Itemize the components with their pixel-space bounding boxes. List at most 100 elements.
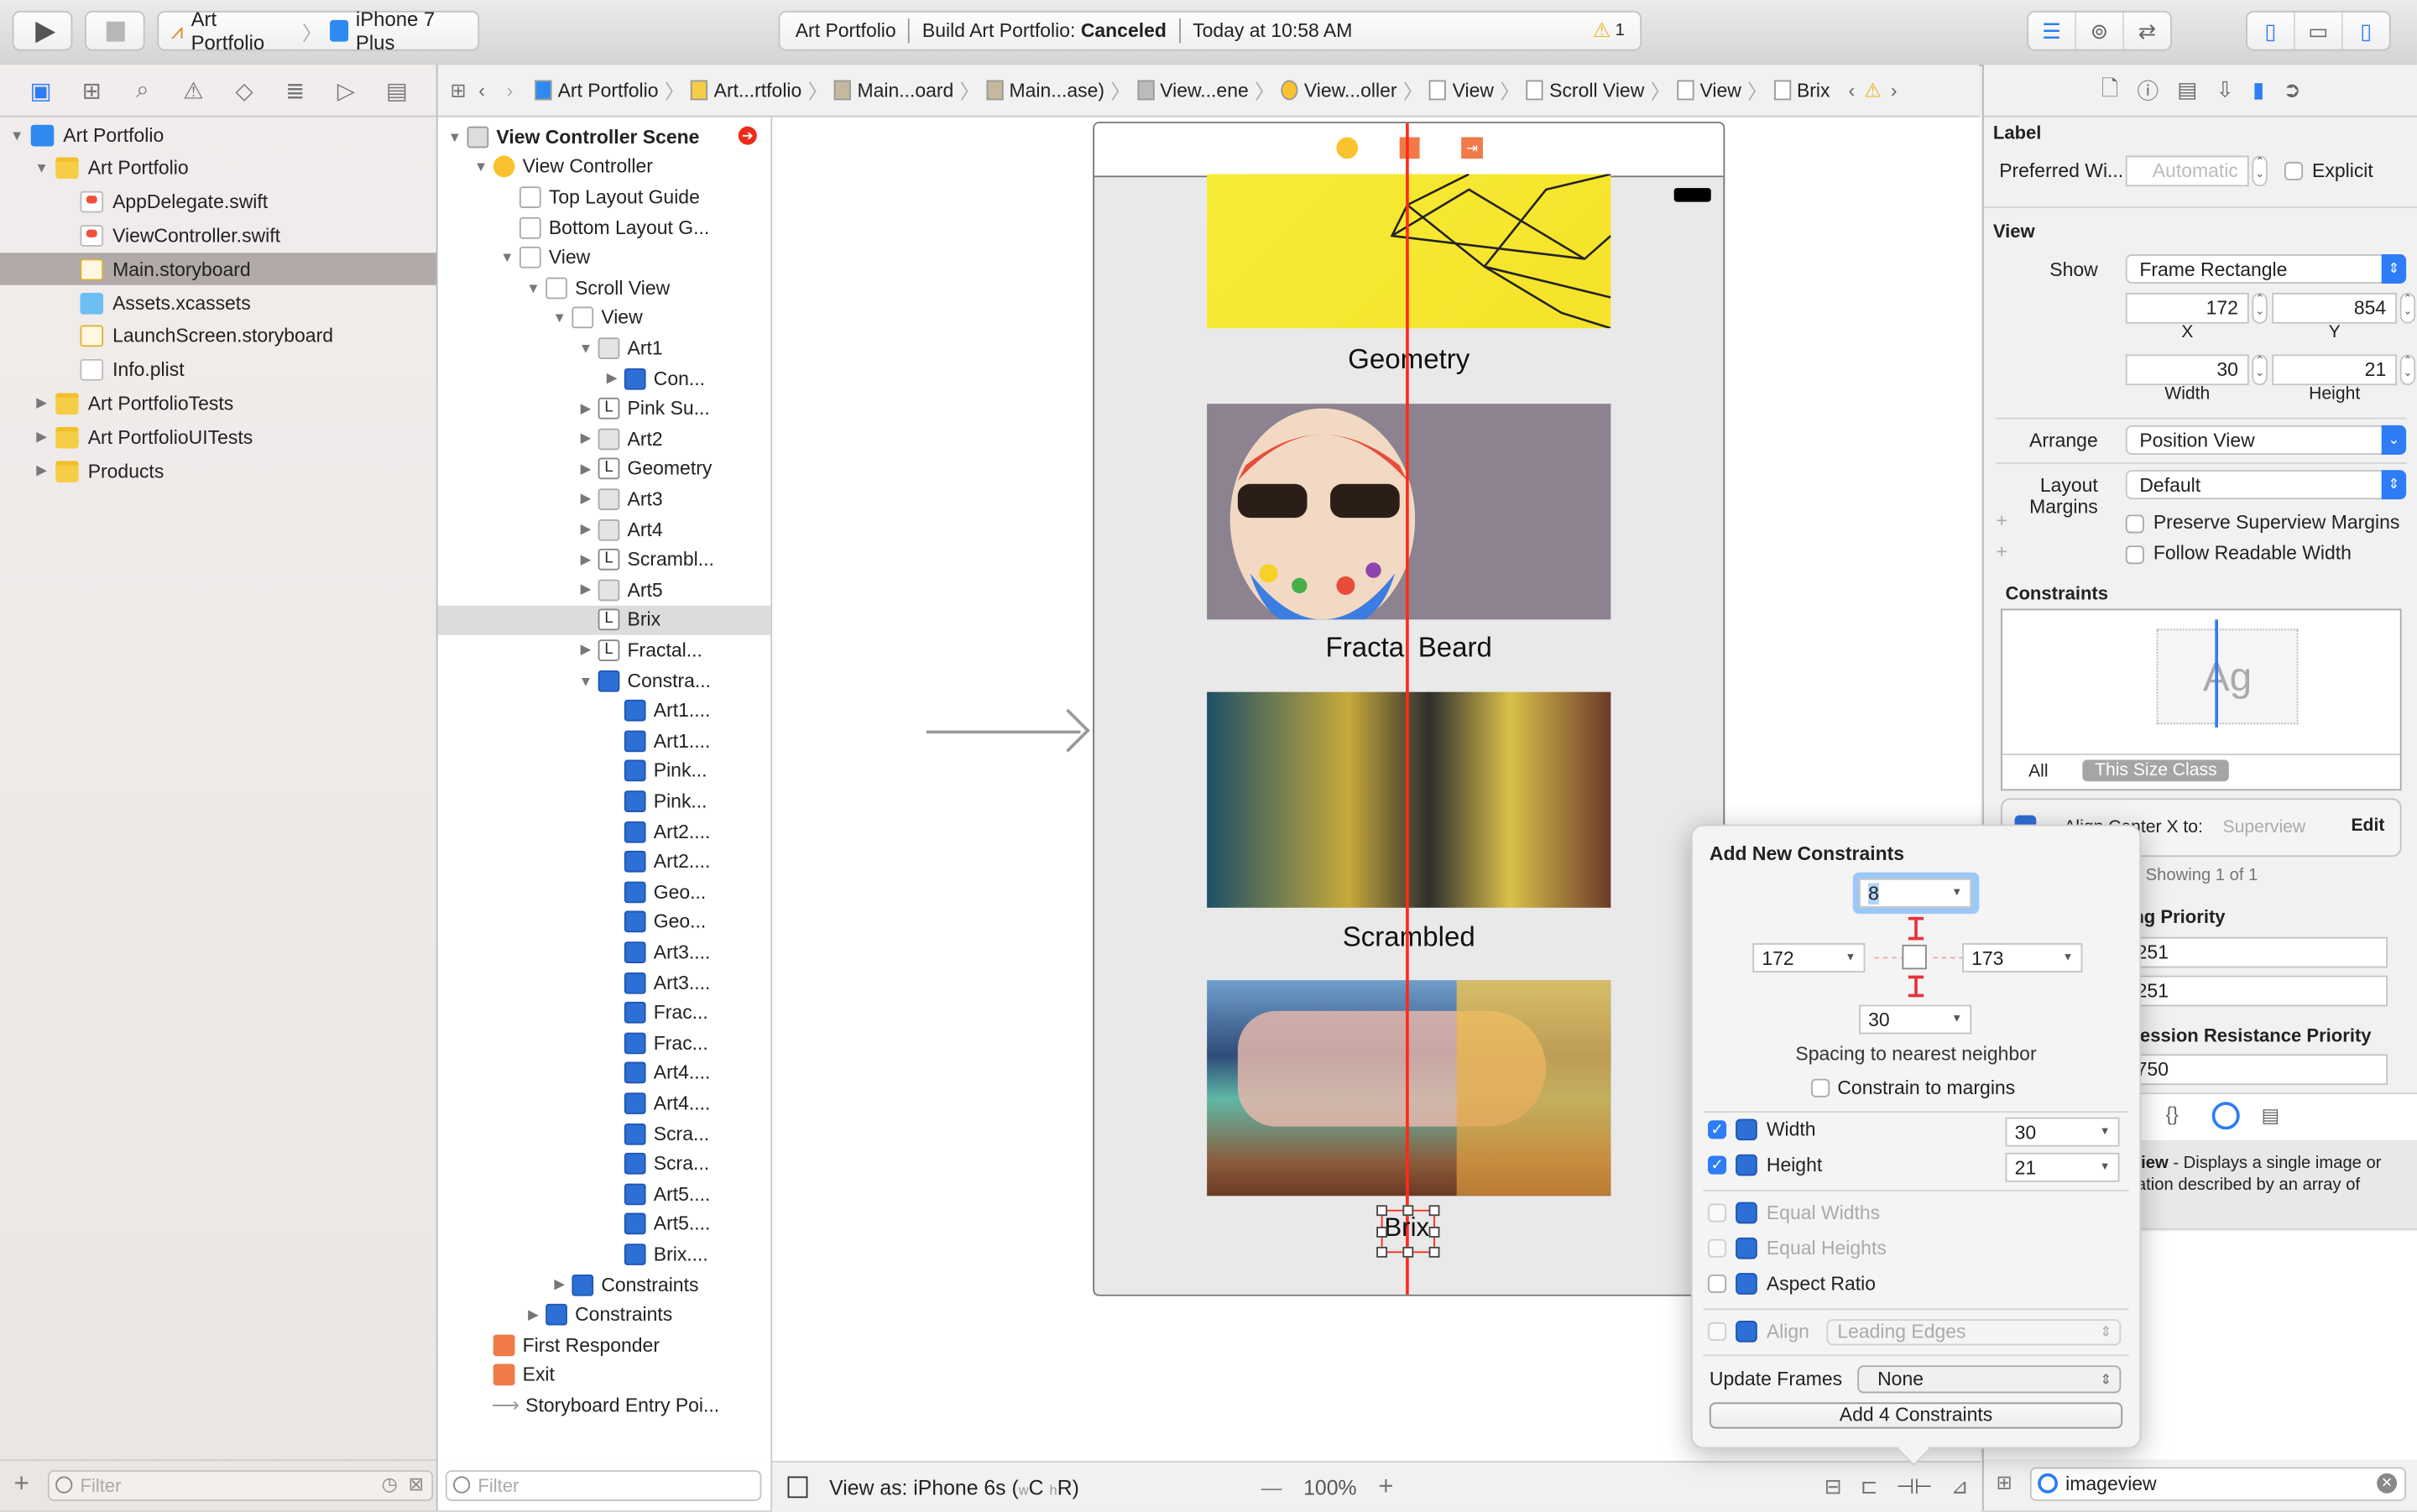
file-tree-item[interactable]: LaunchScreen.storyboard xyxy=(0,321,436,353)
recent-files-icon[interactable]: ◷ xyxy=(382,1473,398,1495)
height-value-field[interactable]: 21 xyxy=(2005,1152,2120,1182)
outline-item[interactable]: Frac... xyxy=(438,998,771,1028)
report-bubble-icon[interactable]: ▤ xyxy=(372,76,423,104)
outline-item[interactable]: ▶ Art2 xyxy=(438,424,771,454)
outline-item[interactable]: ▶ L Fractal... xyxy=(438,635,771,665)
disclosure-open-icon[interactable]: ▼ xyxy=(578,673,593,688)
width-stepper[interactable]: ⌃ ⌄ xyxy=(2252,354,2268,386)
top-constraint-beam[interactable] xyxy=(1908,916,1924,941)
outline-item[interactable]: ▶ Art4 xyxy=(438,514,771,545)
folder-icon[interactable]: ▣ xyxy=(15,76,66,104)
outline-item[interactable]: ⟶ Storyboard Entry Poi... xyxy=(438,1390,771,1421)
breakpoint-tag-icon[interactable]: ▷ xyxy=(321,76,372,104)
add-constraints-icon[interactable]: ⊣⊢ xyxy=(1896,1475,1932,1499)
disclosure-closed-icon[interactable]: ▶ xyxy=(578,551,593,568)
file-tree-item[interactable]: ▶ Art PortfolioUITests xyxy=(0,421,436,454)
outline-item[interactable]: ▼ View Controller Scene xyxy=(438,122,771,152)
label-fractal-beard[interactable]: Fractal Beard xyxy=(1094,632,1723,665)
file-tree-item[interactable]: ViewController.swift xyxy=(0,220,436,253)
disclosure-closed-icon[interactable]: ▶ xyxy=(525,1306,540,1323)
disclosure-closed-icon[interactable]: ▶ xyxy=(34,429,49,446)
outline-item[interactable]: Art3.... xyxy=(438,967,771,998)
scope-this-size-class[interactable]: This Size Class xyxy=(2082,759,2230,782)
breadcrumb-item[interactable]: View...ene xyxy=(1130,80,1255,101)
outline-item[interactable]: ▼ View xyxy=(438,242,771,273)
disclosure-closed-icon[interactable]: ▶ xyxy=(552,1276,567,1293)
edit-constraint-button[interactable]: Edit xyxy=(2351,816,2384,835)
disclosure-closed-icon[interactable]: ▶ xyxy=(578,400,593,417)
object-library-icon[interactable] xyxy=(2211,1102,2240,1130)
warning-triangle-icon[interactable]: ⚠ xyxy=(168,76,219,104)
disclosure-closed-icon[interactable]: ▶ xyxy=(34,395,49,412)
outline-item[interactable]: Art1.... xyxy=(438,696,771,726)
disclosure-closed-icon[interactable]: ▶ xyxy=(578,430,593,447)
disclosure-open-icon[interactable]: ▼ xyxy=(499,250,514,265)
outline-item[interactable]: Pink... xyxy=(438,756,771,786)
aspect-ratio-checkbox[interactable] xyxy=(1708,1274,1727,1293)
outline-item[interactable]: ▶ L Pink Su... xyxy=(438,394,771,424)
disclosure-open-icon[interactable]: ▼ xyxy=(9,128,24,143)
selected-label-brix[interactable]: Brix xyxy=(1376,1205,1440,1258)
image-view-brick-wall[interactable] xyxy=(1207,980,1611,1197)
constrain-margins-checkbox[interactable] xyxy=(1811,1078,1830,1098)
file-tree-item[interactable]: Main.storyboard xyxy=(0,253,436,286)
view-as-device[interactable]: View as: iPhone 6s (wC hR) xyxy=(829,1476,1079,1499)
align-checkbox[interactable] xyxy=(1708,1322,1727,1341)
compression-horizontal-field[interactable]: 750 xyxy=(2125,1054,2388,1086)
disclosure-closed-icon[interactable]: ▶ xyxy=(578,491,593,508)
view-controller-icon[interactable] xyxy=(1336,137,1359,159)
outline-item[interactable]: ▼ View Controller xyxy=(438,152,771,182)
preferred-width-field[interactable]: Automatic xyxy=(2125,155,2249,187)
back-button[interactable]: ‹ xyxy=(478,80,485,102)
standard-editor-icon[interactable]: ☰ xyxy=(2028,12,2077,50)
resize-handle[interactable] xyxy=(1376,1246,1388,1258)
resize-handle[interactable] xyxy=(1376,1205,1388,1217)
left-constraint-beam[interactable] xyxy=(1874,957,1906,959)
equal-heights-checkbox[interactable] xyxy=(1708,1238,1727,1258)
outline-item[interactable]: ▶ Art5 xyxy=(438,575,771,605)
disclosure-open-icon[interactable]: ▼ xyxy=(525,280,540,295)
explicit-checkbox[interactable] xyxy=(2284,161,2304,180)
equal-widths-checkbox[interactable] xyxy=(1708,1203,1727,1223)
storyboard-entry-arrow[interactable] xyxy=(926,730,1081,734)
breadcrumb-item[interactable]: Main...ase) xyxy=(980,80,1111,101)
follow-readable-checkbox[interactable] xyxy=(2125,545,2144,565)
outline-item[interactable]: ▼ Constra... xyxy=(438,665,771,696)
disclosure-closed-icon[interactable]: ▶ xyxy=(604,370,619,387)
hugging-horizontal-field[interactable]: 251 xyxy=(2125,936,2388,968)
outline-item[interactable]: Art2.... xyxy=(438,816,771,847)
width-value-field[interactable]: 30 xyxy=(2005,1117,2120,1147)
breadcrumb-item[interactable]: Scroll View xyxy=(1520,80,1650,101)
file-tree-item[interactable]: ▶ Art PortfolioTests xyxy=(0,388,436,420)
related-items-icon[interactable]: ⊞ xyxy=(450,79,466,102)
y-field[interactable]: 854 xyxy=(2272,292,2398,324)
outline-item[interactable]: ▼ View xyxy=(438,303,771,333)
left-spacing-field[interactable]: 172 xyxy=(1752,943,1866,972)
debug-area-toggle-icon[interactable]: ▭ xyxy=(2295,12,2343,50)
label-scrambled[interactable]: Scrambled xyxy=(1094,921,1723,954)
forward-button[interactable]: › xyxy=(507,80,514,102)
top-spacing-field[interactable]: 8 xyxy=(1859,878,1972,908)
hierarchy-icon[interactable]: ⊞ xyxy=(66,76,117,104)
resolve-issues-icon[interactable]: ⊿ xyxy=(1951,1475,1969,1499)
bottom-constraint-beam[interactable] xyxy=(1908,975,1924,998)
outline-item[interactable]: Scra... xyxy=(438,1149,771,1179)
quick-help-icon[interactable]: ⓘ xyxy=(2137,75,2159,106)
breadcrumb-item[interactable]: Art Portfolio xyxy=(529,80,665,101)
outline-item[interactable]: Art5.... xyxy=(438,1179,771,1209)
scheme-selector[interactable]: ⩘ Art Portfolio 〉 iPhone 7 Plus xyxy=(157,8,480,54)
zoom-in-button[interactable]: + xyxy=(1378,1472,1393,1503)
navigator-filter-input[interactable]: Filter ◷ ⊠ xyxy=(47,1470,434,1501)
disclosure-closed-icon[interactable]: ▶ xyxy=(578,581,593,598)
disclosure-open-icon[interactable]: ▼ xyxy=(473,159,488,175)
file-tree-item[interactable]: AppDelegate.swift xyxy=(0,185,436,218)
outline-item[interactable]: Art1.... xyxy=(438,726,771,756)
outline-item[interactable]: Art3.... xyxy=(438,937,771,967)
outline-item[interactable]: ▼ Scroll View xyxy=(438,273,771,303)
outline-item[interactable]: ▶ L Geometry xyxy=(438,454,771,484)
grid-view-icon[interactable]: ⊞ xyxy=(1997,1470,2012,1494)
run-button[interactable] xyxy=(12,10,73,51)
first-responder-icon[interactable] xyxy=(1399,137,1420,159)
identity-inspector-icon[interactable]: ▤ xyxy=(2177,77,2197,103)
toggle-outline-icon[interactable] xyxy=(787,1476,808,1499)
